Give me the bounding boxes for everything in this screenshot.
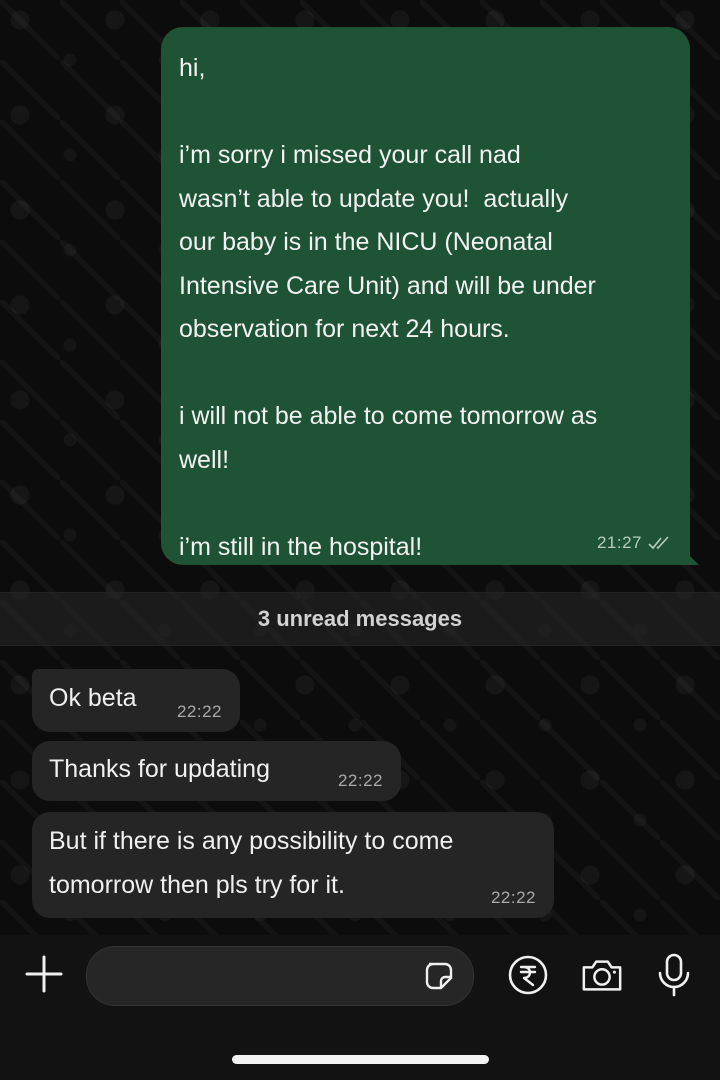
voice-message-button[interactable]	[652, 953, 696, 997]
payment-button[interactable]	[506, 953, 550, 997]
incoming-message-text: But if there is any possibility to come …	[49, 827, 454, 899]
home-indicator[interactable]	[232, 1055, 489, 1064]
sticker-icon[interactable]	[423, 960, 455, 992]
unread-messages-label: 3 unread messages	[257, 606, 463, 631]
message-input-container[interactable]	[86, 946, 474, 1006]
message-input[interactable]	[107, 957, 411, 997]
incoming-message-time: 22:22	[490, 888, 536, 907]
unread-messages-divider: 3 unread messages	[0, 592, 720, 646]
outgoing-message-time: 21:27	[596, 533, 642, 552]
outgoing-message-bubble[interactable]: hi, i’m sorry i missed your call nad was…	[161, 27, 690, 565]
attach-button[interactable]	[22, 952, 66, 996]
incoming-message-bubble[interactable]: Ok beta 22:22	[32, 669, 240, 732]
plus-icon	[25, 955, 63, 993]
incoming-message-bubble[interactable]: But if there is any possibility to come …	[32, 812, 554, 918]
incoming-message-bubble[interactable]: Thanks for updating 22:22	[32, 741, 401, 801]
outgoing-message-text: hi, i’m sorry i missed your call nad was…	[179, 54, 598, 561]
outgoing-message-meta: 21:27	[597, 533, 672, 553]
incoming-message-time: 22:22	[176, 702, 222, 721]
camera-icon	[582, 960, 622, 991]
incoming-message-text: Ok beta	[49, 684, 137, 712]
microphone-icon	[658, 953, 690, 997]
double-check-read-icon	[648, 536, 669, 550]
incoming-message-text: Thanks for updating	[49, 755, 270, 783]
rupee-payment-icon	[508, 955, 548, 995]
incoming-message-time: 22:22	[337, 771, 383, 790]
camera-button[interactable]	[580, 953, 624, 997]
